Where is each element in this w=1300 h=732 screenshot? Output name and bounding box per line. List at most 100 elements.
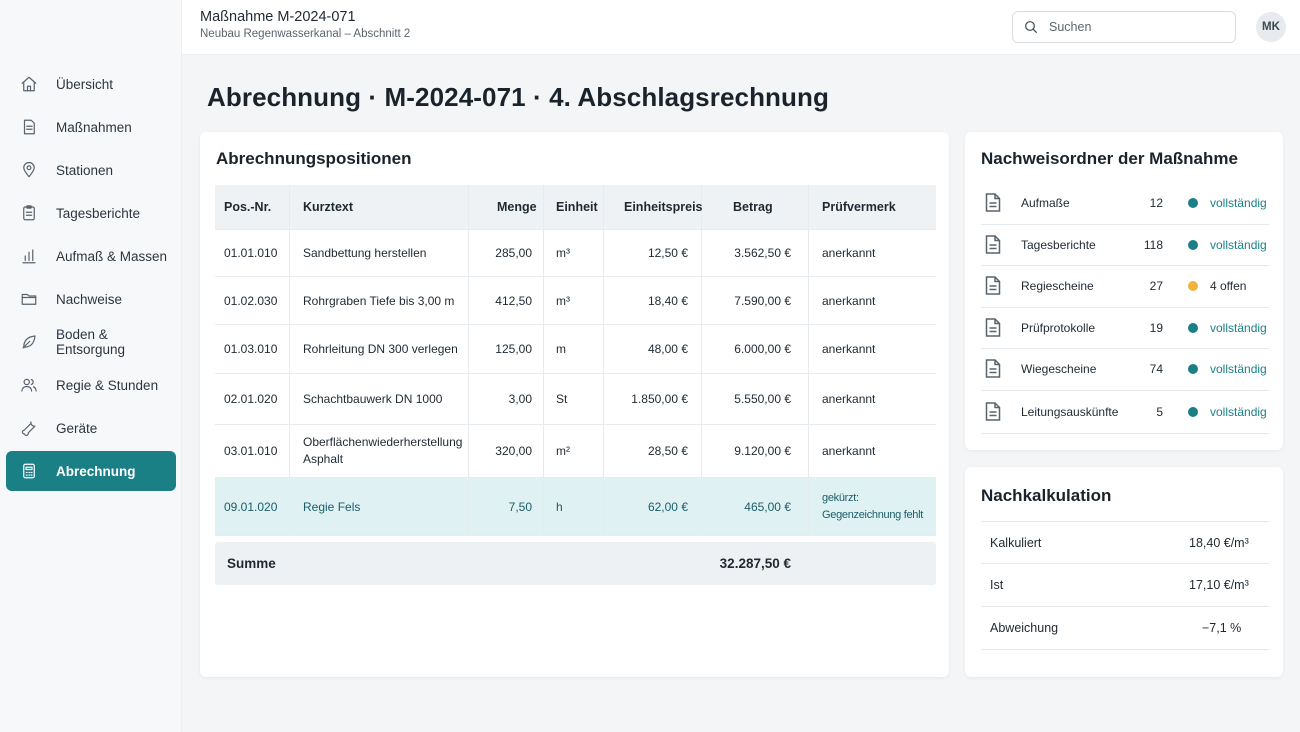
folder-name: Tagesberichte (1021, 237, 1096, 252)
cell-pos: 01.02.030 (215, 277, 290, 324)
folder-count: 27 (1149, 279, 1163, 294)
document-icon (985, 235, 1003, 255)
search-icon (1025, 21, 1038, 34)
cell-einheitspreis: 48,00 € (604, 325, 702, 373)
status-dot (1188, 322, 1198, 333)
document-icon (985, 359, 1003, 379)
list-item[interactable]: Wiegescheine 74 vollständig (981, 349, 1269, 391)
project-title: Maßnahme M-2024-071 (200, 9, 356, 25)
sidebar-item-abrechnung[interactable]: Abrechnung (6, 451, 176, 491)
folder-name: Regiescheine (1021, 279, 1094, 294)
status-text: vollständig (1210, 404, 1267, 419)
users-icon (20, 376, 38, 394)
list-item[interactable]: Prüfprotokolle 19 vollständig (981, 308, 1269, 349)
sidebar-item-nachweise[interactable]: Nachweise (6, 279, 176, 319)
cell-kurztext: Rohrgraben Tiefe bis 3,00 m (290, 277, 469, 324)
sidebar-item-boden[interactable]: Boden & Entsorgung (6, 322, 176, 362)
top-bar: Maßnahme M-2024-071 Neubau Regenwasserka… (182, 0, 1300, 55)
status-text: vollständig (1210, 320, 1267, 335)
sidebar-item-aufmass[interactable]: Aufmaß & Massen (6, 236, 176, 276)
kpi-value: 18,40 €/m³ (1189, 535, 1249, 550)
list-item[interactable]: Tagesberichte 118 vollständig (981, 225, 1269, 266)
list-item[interactable]: Regiescheine 27 4 offen (981, 266, 1269, 308)
search-box[interactable] (1012, 11, 1236, 43)
cell-menge: 3,00 (469, 374, 544, 424)
list-item[interactable]: Aufmaße 12 vollständig (981, 183, 1269, 225)
sidebar-item-tagesberichte[interactable]: Tagesberichte (6, 193, 176, 233)
sidebar-item-label: Regie & Stunden (56, 377, 159, 393)
sidebar: Übersicht Maßnahmen Stationen Tagesberic… (0, 0, 182, 732)
sidebar-item-massnahmen[interactable]: Maßnahmen (6, 107, 176, 147)
cell-einheitspreis: 62,00 € (604, 478, 702, 535)
sum-value: 32.287,50 € (719, 556, 791, 571)
cell-menge: 125,00 (469, 325, 544, 373)
cell-einheit: m³ (544, 230, 604, 276)
sum-row: Summe 32.287,50 € (215, 542, 936, 585)
column-header-betrag[interactable]: Betrag (702, 185, 809, 229)
document-icon (985, 193, 1003, 213)
nachweise-title: Nachweisordner der Maßnahme (981, 149, 1238, 168)
table-row[interactable]: 01.03.010 Rohrleitung DN 300 verlegen 12… (215, 325, 936, 374)
folder-name: Wiegescheine (1021, 362, 1097, 377)
table-row[interactable]: 02.01.020 Schachtbauwerk DN 1000 3,00 St… (215, 374, 936, 425)
sidebar-item-label: Geräte (56, 420, 98, 436)
sidebar-item-geraete[interactable]: Geräte (6, 408, 176, 448)
document-icon (20, 118, 38, 136)
nachweise-card: Nachweisordner der Maßnahme Aufmaße 12 v… (965, 132, 1283, 450)
cell-einheitspreis: 28,50 € (604, 425, 702, 477)
table-row[interactable]: 01.01.010 Sandbettung herstellen 285,00 … (215, 230, 936, 277)
home-icon (20, 75, 38, 93)
cell-kurztext: Regie Fels (290, 478, 469, 535)
cell-einheitspreis: 12,50 € (604, 230, 702, 276)
cell-einheitspreis: 1.850,00 € (604, 374, 702, 424)
sidebar-item-label: Übersicht (56, 76, 114, 92)
column-header-kurztext[interactable]: Kurztext (290, 185, 469, 229)
cell-betrag: 6.000,00 € (702, 325, 809, 373)
cell-pos: 02.01.020 (215, 374, 290, 424)
cell-pruefvermerk: anerkannt (822, 444, 876, 458)
table-row-highlighted[interactable]: 09.01.020 Regie Fels 7,50 h 62,00 € 465,… (215, 478, 936, 536)
sidebar-item-regie[interactable]: Regie & Stunden (6, 365, 176, 405)
document-icon (985, 276, 1003, 296)
column-header-menge[interactable]: Menge (469, 185, 544, 229)
folder-name: Prüfprotokolle (1021, 320, 1096, 335)
column-header-pos[interactable]: Pos.-Nr. (215, 185, 290, 229)
column-header-pruefvermerk[interactable]: Prüfvermerk (809, 185, 936, 229)
cell-kurztext: Rohrleitung DN 300 verlegen (290, 325, 469, 373)
folder-name: Aufmaße (1021, 196, 1070, 211)
cell-pruefvermerk: anerkannt (822, 246, 876, 260)
nachkalkulation-title: Nachkalkulation (981, 486, 1112, 505)
cell-einheit: m² (544, 425, 604, 477)
status-text: vollständig (1210, 196, 1267, 211)
list-item[interactable]: Leitungsauskünfte 5 vollständig (981, 391, 1269, 434)
folder-count: 74 (1149, 362, 1163, 377)
sidebar-nav: Übersicht Maßnahmen Stationen Tagesberic… (6, 64, 176, 494)
avatar[interactable]: MK (1256, 12, 1286, 42)
cell-menge: 320,00 (469, 425, 544, 477)
sidebar-item-uebersicht[interactable]: Übersicht (6, 64, 176, 104)
status-dot (1188, 281, 1198, 292)
folder-name: Leitungsauskünfte (1021, 404, 1119, 419)
status-dot (1188, 406, 1198, 417)
cell-betrag: 9.120,00 € (702, 425, 809, 477)
nachkalkulation-card: Nachkalkulation Kalkuliert 18,40 €/m³ Is… (965, 467, 1283, 677)
table-row[interactable]: 03.01.010 Oberflächenwiederherstellung A… (215, 425, 936, 478)
document-icon (985, 318, 1003, 338)
sidebar-item-stationen[interactable]: Stationen (6, 150, 176, 190)
search-input[interactable] (1049, 20, 1219, 34)
cell-menge: 285,00 (469, 230, 544, 276)
sidebar-item-label: Stationen (56, 162, 114, 178)
column-header-einheitspreis[interactable]: Einheitspreis (604, 185, 703, 229)
sidebar-item-label: Tagesberichte (56, 205, 141, 221)
folder-count: 118 (1143, 237, 1163, 252)
sum-label: Summe (227, 556, 276, 571)
column-header-einheit[interactable]: Einheit (544, 185, 604, 229)
sidebar-item-label: Abrechnung (56, 463, 136, 479)
positions-card: Abrechnungspositionen Pos.-Nr. Kurztext … (200, 132, 949, 677)
cell-betrag: 5.550,00 € (702, 374, 809, 424)
cell-pruefvermerk: anerkannt (822, 342, 876, 356)
sidebar-item-label: Nachweise (56, 291, 123, 307)
table-row[interactable]: 01.02.030 Rohrgraben Tiefe bis 3,00 m 41… (215, 277, 936, 325)
bar-chart-icon (20, 247, 38, 265)
cell-kurztext: Oberflächenwiederherstellung Asphalt (290, 425, 469, 477)
